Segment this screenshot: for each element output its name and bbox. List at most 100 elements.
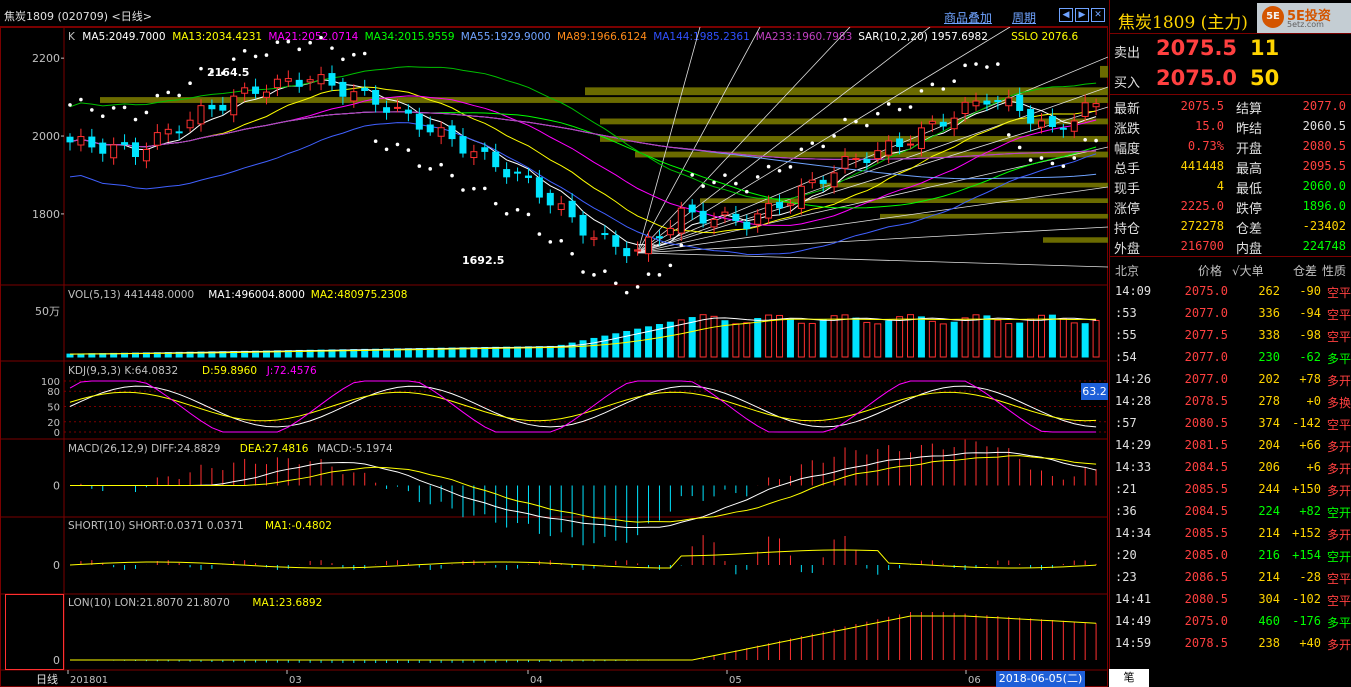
sar-dot bbox=[1017, 145, 1022, 150]
tick-row[interactable]: 14:34 2085.5 214 +152 多开 bbox=[1110, 522, 1351, 544]
tick-header-price: 价格 bbox=[1198, 264, 1223, 278]
tick-row[interactable]: :53 2077.0 336 -94 空平 bbox=[1110, 302, 1351, 324]
candle-body bbox=[590, 237, 598, 240]
brand-url: 5etz.com bbox=[1287, 20, 1324, 29]
sar-dot bbox=[341, 57, 345, 62]
tick-row[interactable]: 14:29 2081.5 204 +66 多开 bbox=[1110, 434, 1351, 456]
tick-oi-change: +6 bbox=[1306, 460, 1321, 474]
tick-row[interactable]: :36 2084.5 224 +82 空开 bbox=[1110, 500, 1351, 522]
tick-row[interactable]: 14:26 2077.0 202 +78 多开 bbox=[1110, 368, 1351, 390]
candle-body bbox=[579, 214, 587, 236]
candle-body bbox=[175, 131, 183, 134]
tick-row[interactable]: 14:28 2078.5 278 +0 多换 bbox=[1110, 390, 1351, 412]
tick-row[interactable]: :55 2077.5 338 -98 空平 bbox=[1110, 324, 1351, 346]
window-title: 焦炭1809 (020709) <日线> bbox=[4, 10, 152, 23]
tick-row[interactable]: :21 2085.5 244 +150 多开 bbox=[1110, 478, 1351, 500]
tick-oi-change: -142 bbox=[1292, 416, 1321, 430]
nav-left-icon[interactable]: ◀ bbox=[1059, 8, 1073, 22]
tick-header-oi: 仓差 bbox=[1293, 264, 1318, 278]
kdj-legend-item: D:59.8960 bbox=[202, 365, 257, 377]
stat-row: 外盘 216700 内盘 224748 bbox=[1110, 236, 1351, 257]
nav-close-icon[interactable]: ✕ bbox=[1091, 8, 1105, 22]
tick-row[interactable]: :54 2077.0 230 -62 多平 bbox=[1110, 346, 1351, 368]
sar-dot bbox=[799, 147, 804, 152]
stat-label: 内盘 bbox=[1236, 242, 1263, 257]
candle-body bbox=[907, 143, 915, 146]
volume-bar bbox=[852, 317, 860, 358]
sar-dot bbox=[963, 63, 967, 68]
candle-body bbox=[874, 150, 882, 160]
brand-mark-icon: 5E bbox=[1262, 6, 1284, 28]
tick-row[interactable]: :20 2085.0 216 +154 空开 bbox=[1110, 544, 1351, 566]
sar-dot bbox=[657, 273, 662, 277]
stat-label: 外盘 bbox=[1114, 242, 1141, 257]
candle-body bbox=[514, 171, 522, 174]
tick-price: 2081.5 bbox=[1184, 438, 1228, 452]
quote-header: 焦炭1809 (主力) 5E 5E投资 5etz.com bbox=[1110, 0, 1351, 34]
candle-body bbox=[393, 106, 401, 109]
candle-body bbox=[786, 203, 794, 206]
tick-row[interactable]: :23 2086.5 214 -28 空平 bbox=[1110, 566, 1351, 588]
tick-oi-change: +0 bbox=[1306, 394, 1321, 408]
tick-row[interactable]: 14:41 2080.5 304 -102 空平 bbox=[1110, 588, 1351, 610]
candle-body bbox=[186, 119, 194, 129]
period-link[interactable]: 周期 bbox=[1012, 9, 1036, 26]
commodity-overlay-link[interactable]: 商品叠加 bbox=[944, 9, 992, 26]
ma-legend-item: MA5:2049.7000 bbox=[82, 31, 165, 43]
candle-body bbox=[1070, 120, 1078, 132]
tick-row[interactable]: 14:09 2075.0 262 -90 空平 bbox=[1110, 280, 1351, 302]
tick-oi-change: +66 bbox=[1299, 438, 1321, 452]
tick-oi-change: -28 bbox=[1299, 570, 1321, 584]
candle-body bbox=[241, 87, 249, 94]
stat-value: 2060.5 bbox=[1302, 119, 1346, 133]
candle-body bbox=[273, 78, 281, 89]
sar-dot bbox=[537, 232, 542, 236]
candle-body bbox=[252, 86, 260, 94]
sar-dot bbox=[832, 134, 836, 138]
candle-body bbox=[808, 179, 816, 184]
volume-bar bbox=[917, 316, 925, 358]
stat-value: 2080.5 bbox=[1302, 139, 1346, 153]
volume-bar bbox=[928, 320, 936, 358]
tick-header-nature: 性质 bbox=[1322, 264, 1347, 278]
tick-row[interactable]: 14:49 2075.0 460 -176 多平 bbox=[1110, 610, 1351, 632]
candle-body bbox=[939, 121, 947, 127]
volume-bar bbox=[808, 322, 816, 358]
candle-body bbox=[961, 101, 969, 115]
sar-dot bbox=[450, 173, 454, 178]
sar-dot bbox=[723, 173, 727, 177]
candle-body bbox=[1081, 102, 1089, 117]
tick-nature: 空开 bbox=[1326, 506, 1351, 520]
stat-value: 216700 bbox=[1180, 239, 1224, 253]
tick-row[interactable]: 14:59 2078.5 238 +40 多开 bbox=[1110, 632, 1351, 654]
kline-chart-area[interactable]: K MA5:2049.7000 MA13:2034.4231 MA21:2052.07… bbox=[0, 27, 1108, 687]
tick-price: 2084.5 bbox=[1184, 460, 1228, 474]
tab-tick-detail[interactable]: 笔 bbox=[1109, 669, 1149, 687]
volume-bar bbox=[885, 320, 893, 358]
sar-dot bbox=[231, 57, 236, 61]
tick-volume: 214 bbox=[1258, 526, 1280, 540]
candle-body bbox=[645, 236, 653, 255]
candle-body bbox=[601, 233, 609, 236]
tick-row[interactable]: :57 2080.5 374 -142 空平 bbox=[1110, 412, 1351, 434]
tick-oi-change: -94 bbox=[1299, 306, 1321, 320]
tick-price: 2085.5 bbox=[1184, 482, 1228, 496]
nav-right-icon[interactable]: ▶ bbox=[1075, 8, 1089, 22]
tick-oi-change: -176 bbox=[1292, 614, 1321, 628]
tick-row[interactable]: 14:33 2084.5 206 +6 多开 bbox=[1110, 456, 1351, 478]
sar-dot bbox=[526, 212, 531, 217]
tick-price: 2080.5 bbox=[1184, 416, 1228, 430]
gann-fan-line bbox=[637, 252, 1108, 268]
candle-body bbox=[885, 140, 893, 156]
tick-oi-change: -62 bbox=[1299, 350, 1321, 364]
sar-dot bbox=[1050, 161, 1055, 166]
volume-bar bbox=[874, 323, 882, 358]
volume-bar bbox=[972, 314, 980, 358]
stat-label: 跌停 bbox=[1236, 202, 1263, 217]
volume-bar bbox=[1059, 318, 1067, 358]
sar-dot bbox=[930, 82, 935, 87]
tick-nature: 多换 bbox=[1326, 396, 1351, 410]
price-band bbox=[880, 213, 1108, 219]
tick-volume: 460 bbox=[1258, 614, 1280, 628]
candle-body bbox=[917, 127, 925, 149]
